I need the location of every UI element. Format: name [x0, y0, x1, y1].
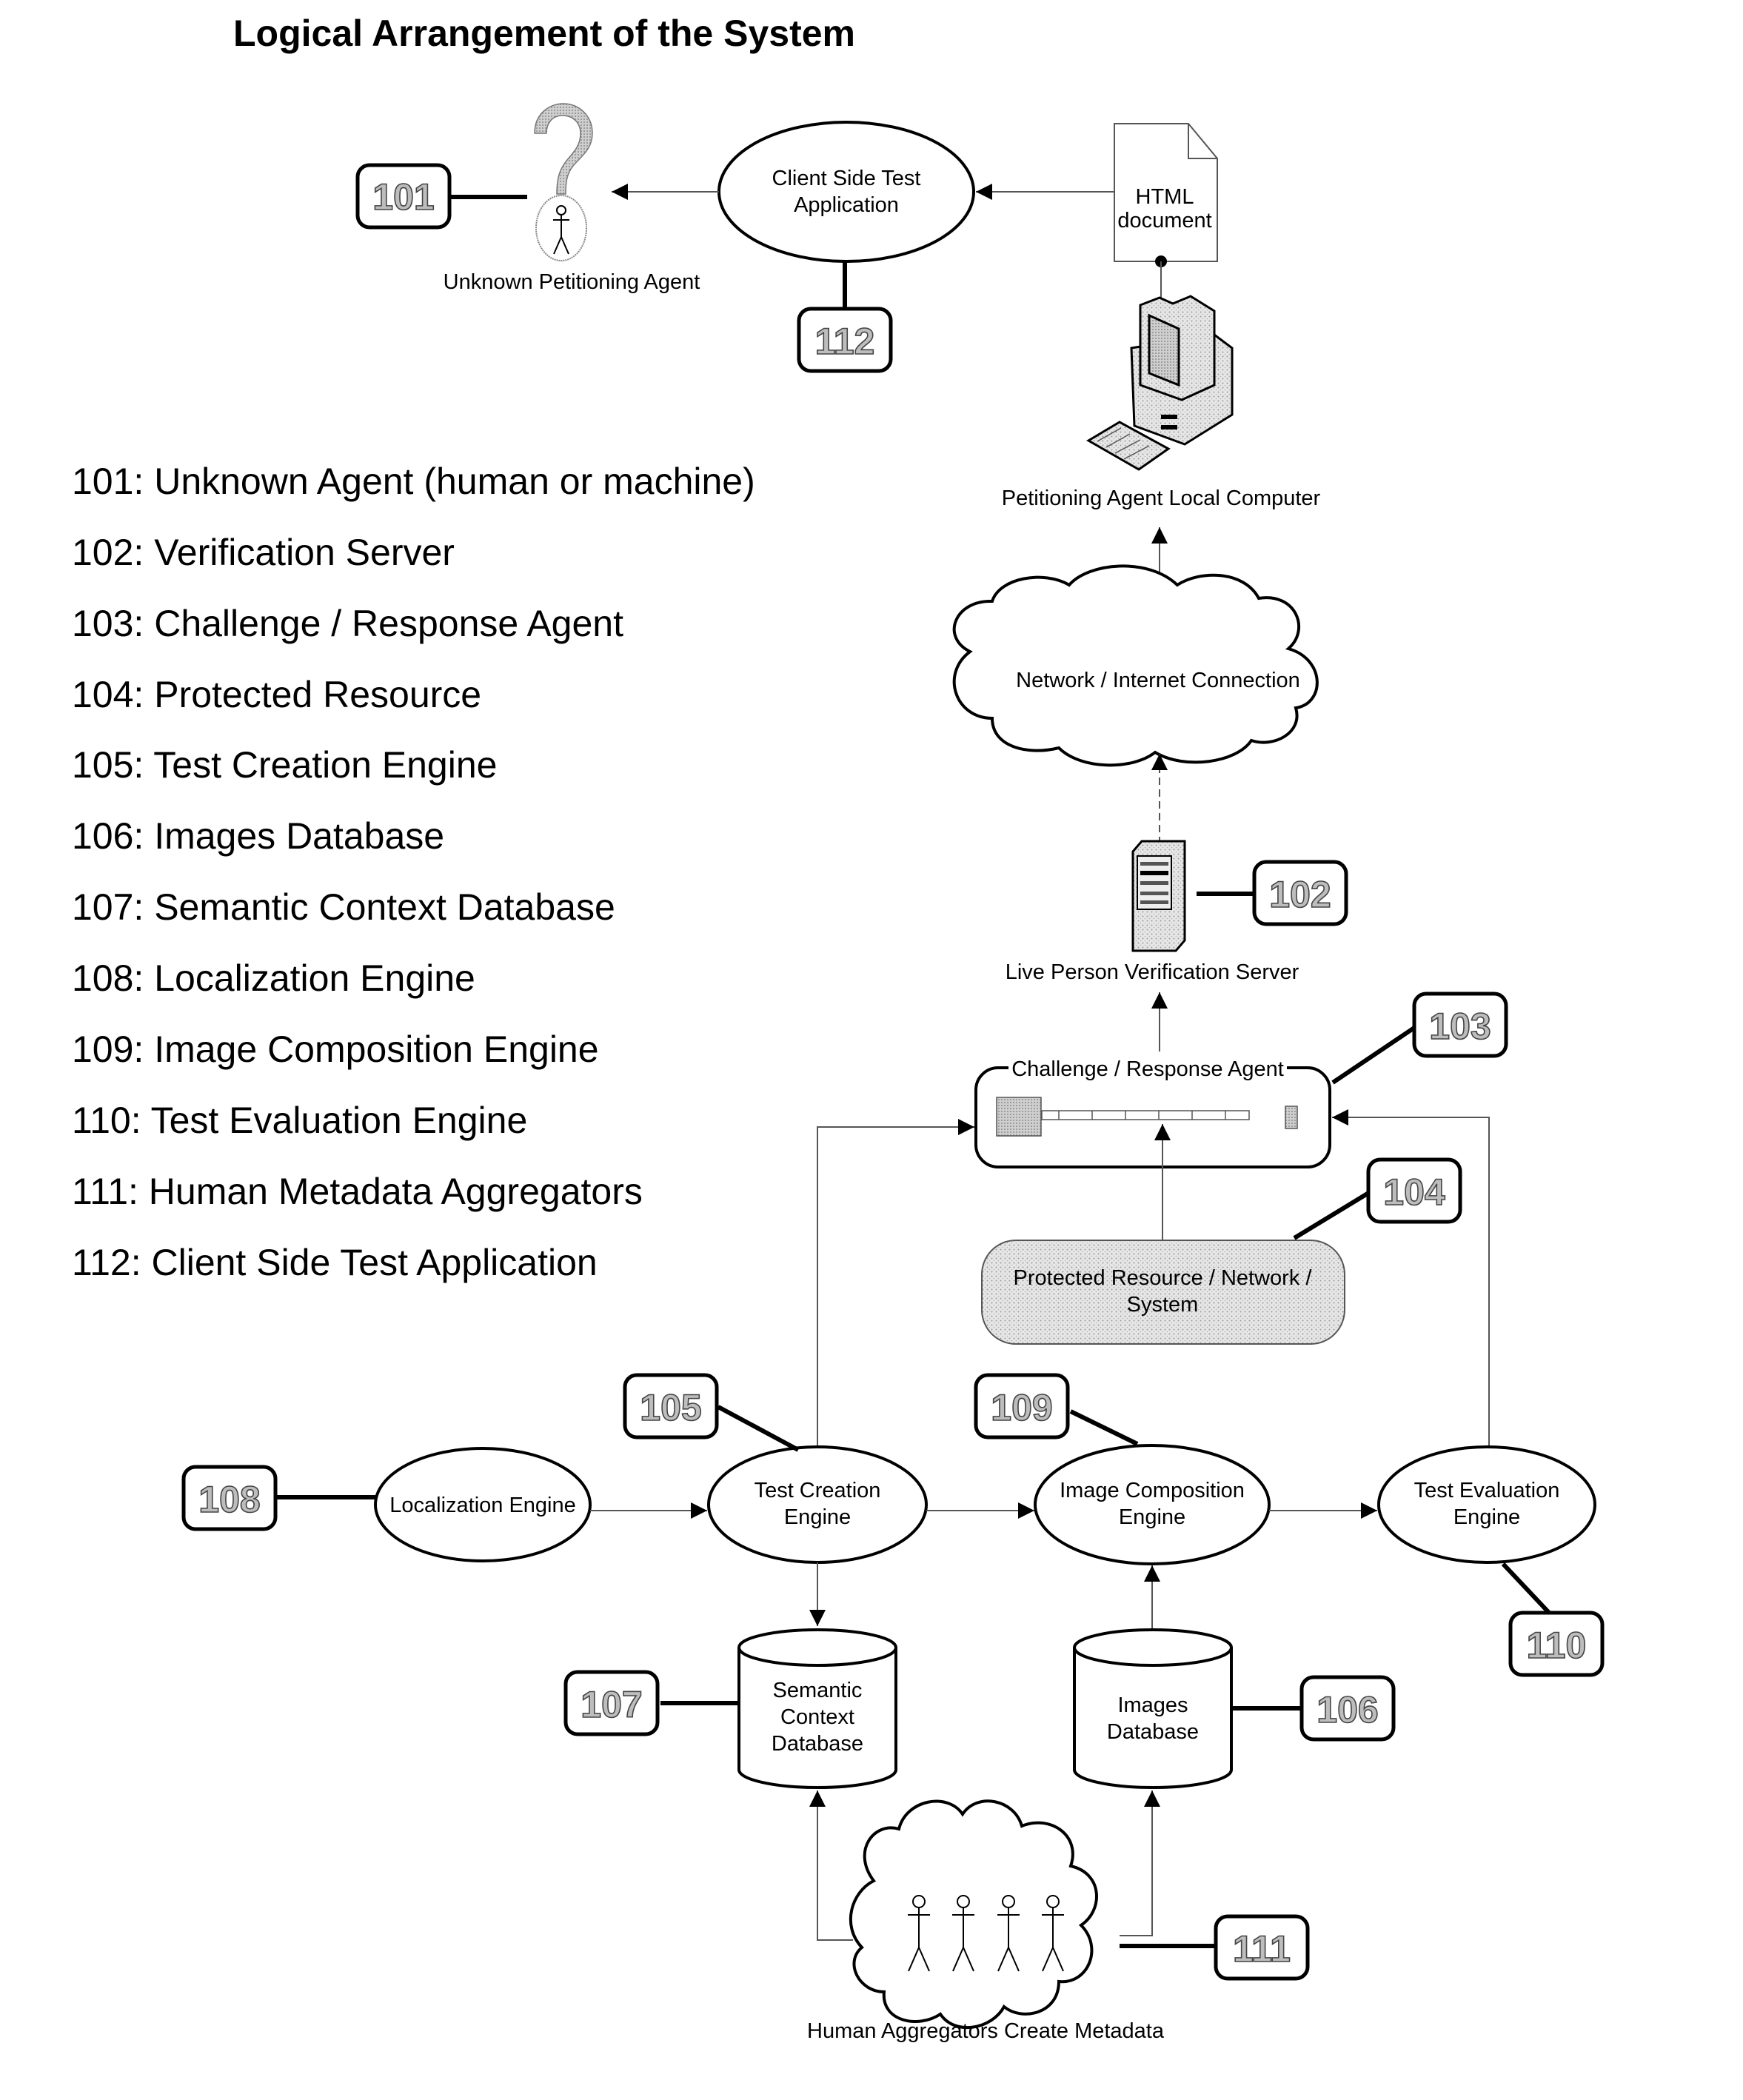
legend-item: 101: Unknown Agent (human or machine) [72, 461, 755, 502]
svg-text:101: 101 [372, 176, 434, 218]
svg-text:Client Side Test: Client Side Test [772, 167, 921, 190]
svg-text:Protected Resource / Network /: Protected Resource / Network / [1014, 1266, 1313, 1290]
svg-text:102: 102 [1269, 874, 1331, 915]
challenge-response-agent: Challenge / Response Agent [974, 1057, 1331, 1168]
svg-text:Engine: Engine [1119, 1505, 1185, 1529]
svg-text:112: 112 [815, 321, 875, 362]
legend: 101: Unknown Agent (human or machine) 10… [72, 461, 755, 1283]
unknown-agent-label: Unknown Petitioning Agent [444, 270, 700, 294]
test-creation-engine: Test Creation Engine [707, 1445, 928, 1564]
html-document-icon: HTML document [1114, 123, 1218, 262]
callout-106: 106 [1299, 1675, 1396, 1742]
svg-text:Engine: Engine [1453, 1505, 1520, 1529]
legend-item: 102: Verification Server [72, 532, 455, 573]
callout-109-leader [1069, 1409, 1139, 1446]
person-icon [535, 195, 587, 261]
svg-text:106: 106 [1317, 1689, 1378, 1731]
callout-110-leader [1501, 1562, 1553, 1616]
svg-text:document: document [1117, 209, 1211, 233]
svg-text:Image Composition: Image Composition [1060, 1479, 1245, 1502]
callout-105: 105 [623, 1373, 719, 1439]
svg-text:108: 108 [198, 1479, 260, 1520]
svg-text:Database: Database [1107, 1720, 1199, 1744]
aggregators-label: Human Aggregators Create Metadata [807, 2019, 1165, 2043]
network-cloud: Network / Internet Connection [952, 564, 1319, 767]
callout-109: 109 [974, 1373, 1070, 1439]
legend-item: 109: Image Composition Engine [72, 1029, 599, 1070]
svg-text:Context: Context [780, 1705, 854, 1729]
svg-text:110: 110 [1527, 1625, 1587, 1666]
svg-text:Application: Application [794, 193, 899, 217]
callout-111: 111 [1214, 1914, 1310, 1981]
svg-text:111: 111 [1233, 1928, 1291, 1970]
legend-item: 104: Protected Resource [72, 674, 481, 715]
localization-engine: Localization Engine [374, 1447, 592, 1562]
svg-text:Engine: Engine [784, 1505, 851, 1529]
diagram-canvas: Logical Arrangement of the System 101: U… [72, 13, 1605, 2043]
aggregators-cloud [849, 1799, 1098, 2030]
callout-104-leader [1293, 1190, 1371, 1240]
callout-103: 103 [1412, 992, 1508, 1058]
callout-102: 102 [1252, 860, 1348, 926]
svg-text:Test Evaluation: Test Evaluation [1414, 1479, 1560, 1502]
network-label: Network / Internet Connection [1016, 669, 1300, 692]
test-evaluation-engine: Test Evaluation Engine [1377, 1445, 1596, 1564]
svg-text:HTML: HTML [1136, 185, 1194, 209]
callout-112: 112 [797, 307, 893, 373]
legend-item: 112: Client Side Test Application [72, 1242, 598, 1283]
callout-107: 107 [563, 1670, 660, 1736]
legend-item: 107: Semantic Context Database [72, 886, 615, 928]
legend-item: 103: Challenge / Response Agent [72, 603, 623, 644]
semantic-context-database-icon: Semantic Context Database [737, 1628, 897, 1789]
svg-text:System: System [1127, 1293, 1199, 1317]
svg-text:107: 107 [581, 1684, 642, 1725]
callout-104: 104 [1366, 1157, 1462, 1224]
svg-text:105: 105 [640, 1387, 701, 1428]
diagram-title: Logical Arrangement of the System [233, 13, 855, 54]
callout-108: 108 [181, 1465, 278, 1531]
callout-101: 101 [355, 163, 452, 230]
server-icon [1131, 840, 1186, 952]
slider-end-marker [1285, 1106, 1298, 1129]
edge-test-creation-to-challenge [817, 1119, 974, 1448]
svg-text:Localization Engine: Localization Engine [389, 1494, 576, 1517]
svg-text:Database: Database [772, 1732, 863, 1756]
protected-resource: Protected Resource / Network / System [981, 1240, 1345, 1345]
edge-aggregators-to-semantic-db [809, 1790, 853, 1941]
svg-text:109: 109 [991, 1387, 1052, 1428]
legend-item: 110: Test Evaluation Engine [72, 1100, 527, 1141]
legend-item: 105: Test Creation Engine [72, 744, 497, 786]
svg-text:103: 103 [1429, 1006, 1491, 1047]
legend-item: 106: Images Database [72, 815, 444, 857]
callout-110: 110 [1508, 1611, 1605, 1677]
local-computer-label: Petitioning Agent Local Computer [1002, 486, 1321, 510]
server-label: Live Person Verification Server [1006, 960, 1299, 984]
svg-text:Semantic: Semantic [773, 1679, 863, 1702]
edge-aggregators-to-images-db [1120, 1790, 1160, 1936]
callout-103-leader [1331, 1026, 1416, 1085]
desktop-computer-icon [1086, 295, 1234, 471]
legend-item: 108: Localization Engine [72, 957, 475, 999]
legend-item: 111: Human Metadata Aggregators [72, 1171, 643, 1212]
svg-text:Images: Images [1117, 1693, 1188, 1717]
slider-handle[interactable] [996, 1097, 1042, 1137]
callout-105-leader [717, 1405, 800, 1452]
svg-text:104: 104 [1383, 1171, 1445, 1213]
svg-text:Test Creation: Test Creation [755, 1479, 881, 1502]
client-side-test-application: Client Side Test Application [717, 121, 975, 263]
image-composition-engine: Image Composition Engine [1034, 1444, 1271, 1565]
challenge-label: Challenge / Response Agent [1011, 1057, 1284, 1081]
images-database-icon: Images Database [1073, 1628, 1233, 1789]
